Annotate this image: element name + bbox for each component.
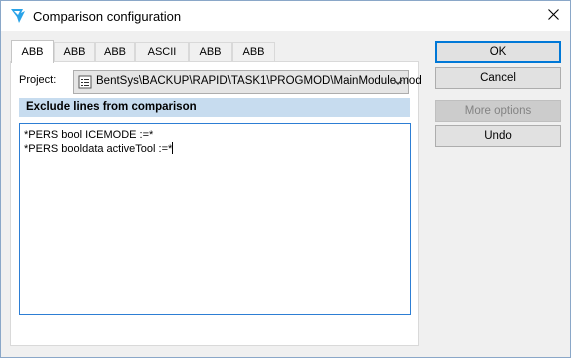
ok-button[interactable]: OK: [435, 41, 561, 63]
tab-abb-2[interactable]: ABB: [54, 42, 95, 62]
exclude-lines-textarea[interactable]: *PERS bool ICEMODE :=* *PERS booldata ac…: [19, 123, 411, 315]
tab-abb-6[interactable]: ABB: [232, 42, 275, 62]
exclude-lines-heading: Exclude lines from comparison: [19, 98, 410, 117]
tab-panel: Project: BentSys\BACKUP\RAPID\TASK1\PROG…: [10, 61, 422, 346]
text-caret: [172, 142, 174, 154]
close-icon: [547, 9, 559, 23]
tab-abb-5[interactable]: ABB: [189, 42, 232, 62]
project-path: BentSys\BACKUP\RAPID\TASK1\PROGMOD\MainM…: [96, 75, 422, 87]
title-bar: Comparison configuration: [1, 1, 570, 31]
tab-ascii[interactable]: ASCII: [135, 42, 189, 62]
chevron-down-icon: [392, 76, 404, 88]
more-options-button[interactable]: More options: [435, 100, 561, 122]
window-title: Comparison configuration: [33, 9, 182, 24]
module-file-icon: [78, 75, 92, 89]
cancel-button[interactable]: Cancel: [435, 67, 561, 89]
project-combobox[interactable]: BentSys\BACKUP\RAPID\TASK1\PROGMOD\MainM…: [73, 70, 422, 94]
dialog-window: Comparison configuration ABB ABB ABB ASC…: [0, 0, 571, 358]
project-label: Project:: [19, 74, 57, 86]
tab-abb-3[interactable]: ABB: [95, 42, 135, 62]
exclude-line-2: *PERS booldata activeTool :=*: [24, 143, 173, 155]
app-icon: [10, 8, 26, 24]
tab-abb-1[interactable]: ABB: [11, 40, 54, 63]
exclude-line-1: *PERS bool ICEMODE :=*: [24, 129, 154, 141]
close-button[interactable]: [536, 1, 570, 31]
undo-button[interactable]: Undo: [435, 125, 561, 147]
